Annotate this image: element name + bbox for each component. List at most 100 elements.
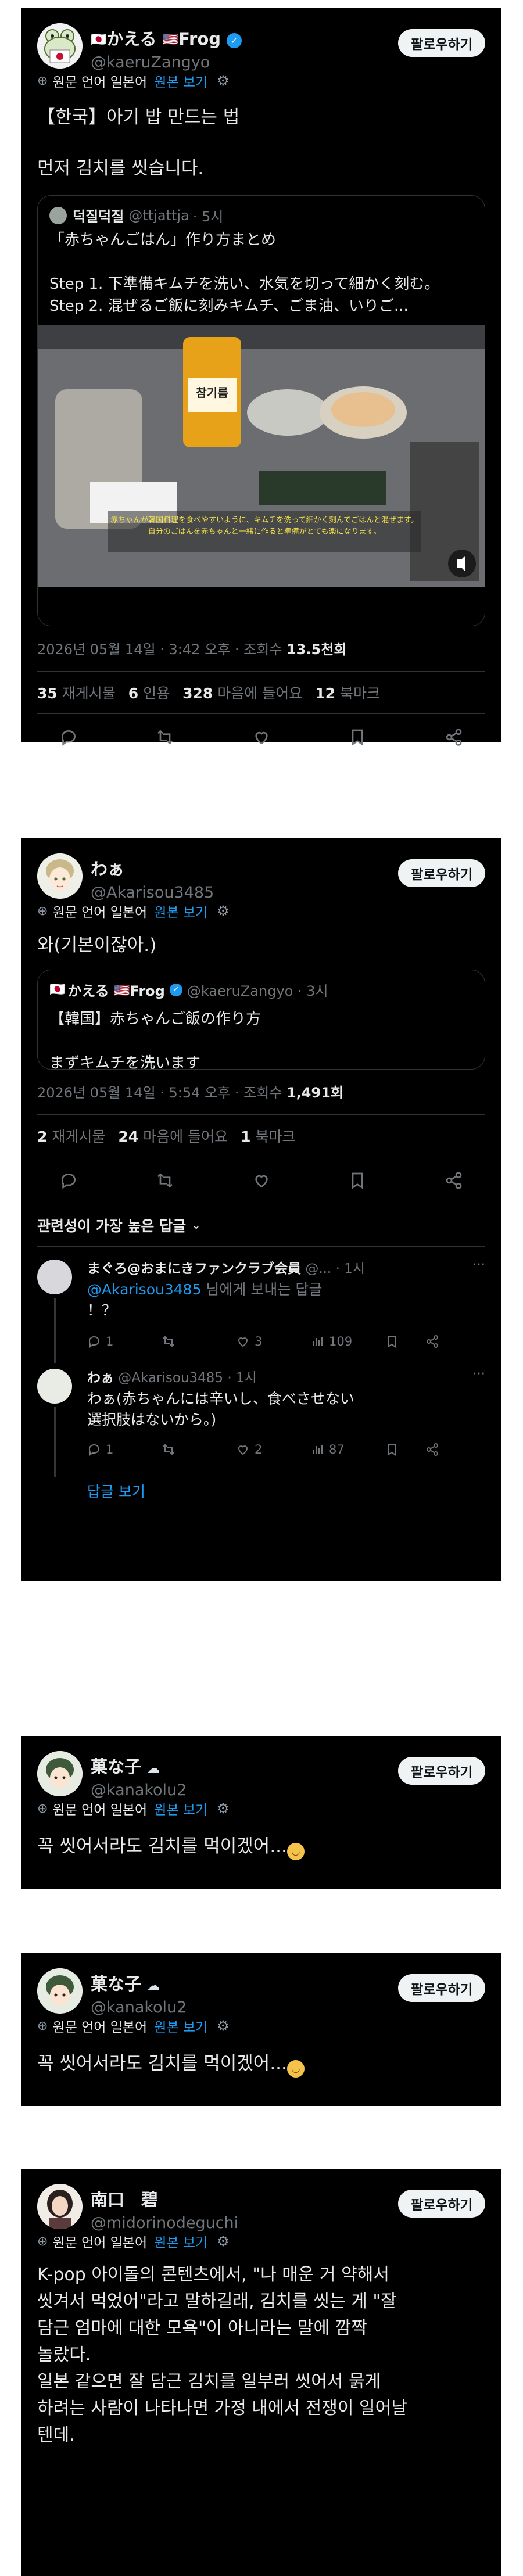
bookmark-icon[interactable]	[346, 726, 369, 749]
username[interactable]: @kaeruZangyo	[91, 53, 242, 71]
stat-likes[interactable]: 24 마음에 들어요	[118, 1125, 228, 1146]
tweet-text-line-2: 먼저 김치를 씻습니다.	[37, 158, 204, 179]
show-original-link[interactable]: 원본 보기	[154, 2231, 207, 2251]
reply-like-button[interactable]: 2	[236, 1443, 310, 1456]
reply-icon[interactable]	[57, 1169, 80, 1192]
avatar[interactable]	[37, 23, 83, 69]
tweet-card-5: 南口 碧 @midorinodeguchi 팔로우하기 ⊕ 원문 언어 일본어 …	[21, 2169, 501, 2576]
tweet-text: 꼭 씻어서라도 김치를 먹이겠어...	[37, 2053, 287, 2074]
avatar[interactable]	[37, 853, 83, 899]
reply-like-button[interactable]: 3	[236, 1334, 310, 1348]
share-icon	[427, 1443, 438, 1456]
follow-button[interactable]: 팔로우하기	[398, 859, 485, 887]
display-name: 菓な子	[91, 1757, 142, 1777]
quoted-tweet[interactable]: 덕질덕질 @ttjattja · 5시 「赤ちゃんごはん」作り方まとめ Step…	[37, 195, 485, 626]
smiling-face-emoji-icon: ◡	[286, 2060, 305, 2078]
engagement-stats: 35 재게시물 6 인용 328 마음에 들어요 12 북마크	[37, 672, 485, 713]
reply-time: · 1시	[335, 1261, 365, 1276]
gear-icon[interactable]: ⚙	[217, 1800, 230, 1817]
engagement-stats: 2 재게시물 24 마음에 들어요 1 북마크	[37, 1115, 485, 1157]
display-name: 菓な子	[91, 1974, 142, 1994]
repost-icon	[163, 1336, 174, 1347]
avatar[interactable]	[37, 1751, 83, 1796]
bookmark-icon[interactable]	[346, 1169, 369, 1192]
more-options-icon[interactable]: ···	[472, 1366, 485, 1386]
stat-reposts[interactable]: 2 재게시물	[37, 1125, 105, 1146]
reply-views[interactable]: 109	[310, 1334, 385, 1348]
username[interactable]: @Akarisou3485	[91, 884, 214, 902]
gear-icon[interactable]: ⚙	[217, 73, 230, 89]
like-icon[interactable]	[250, 1169, 273, 1192]
reply-display-name: わぁ	[87, 1370, 114, 1386]
repost-icon[interactable]	[153, 726, 177, 749]
like-icon[interactable]	[250, 726, 273, 749]
view-count: 1,491회	[286, 1085, 343, 1101]
reply-mention[interactable]: @Akarisou3485	[87, 1281, 201, 1298]
share-icon[interactable]	[442, 1169, 465, 1192]
reply-share-button[interactable]	[425, 1443, 449, 1456]
like-icon	[238, 1445, 248, 1455]
follow-button[interactable]: 팔로우하기	[398, 29, 485, 57]
anime-avatar-image	[37, 1968, 83, 2014]
display-name: わぁ	[91, 859, 125, 879]
stat-likes[interactable]: 328 마음에 들어요	[182, 682, 302, 703]
like-icon	[238, 1337, 248, 1347]
reply-item[interactable]: わぁ @Akarisou3485 · 1시 ··· わぁ(赤ちゃんには辛いし、食…	[37, 1363, 485, 1479]
avatar[interactable]	[37, 2184, 83, 2229]
quote-text: 「赤ちゃんごはん」作り方まとめ Step 1. 下準備キムチを洗い、水気を切って…	[49, 231, 440, 315]
timestamp: 2026년 05월 14일 · 5:54 오후 · 조회수	[37, 1085, 286, 1101]
stat-bookmarks[interactable]: 12 북마크	[315, 682, 380, 703]
tweet-card-3: 菓な子 ☁ @kanakolu2 팔로우하기 ⊕ 원문 언어 일본어 원본 보기…	[21, 1736, 501, 1889]
show-original-link[interactable]: 원본 보기	[154, 2016, 207, 2036]
reply-repost-button[interactable]	[162, 1443, 236, 1456]
show-original-link[interactable]: 원본 보기	[154, 901, 207, 921]
repost-icon[interactable]	[153, 1169, 177, 1192]
reply-reply-button[interactable]: 1	[87, 1443, 162, 1456]
views-icon	[313, 1445, 323, 1454]
reply-bookmark-button[interactable]	[385, 1443, 425, 1456]
reply-reply-button[interactable]: 1	[87, 1334, 162, 1348]
stat-bookmarks[interactable]: 1 북마크	[241, 1125, 295, 1146]
share-icon[interactable]	[442, 726, 465, 749]
tweet-text: 와(기본이잖아.)	[37, 935, 157, 956]
reply-text: わぁ(赤ちゃんには辛いし、食べさせない 選択肢はないから。)	[87, 1390, 354, 1428]
reply-icon[interactable]	[57, 726, 80, 749]
username[interactable]: @kanakolu2	[91, 1999, 187, 2017]
usa-flag-icon: 🇺🇸	[162, 33, 179, 47]
follow-button[interactable]: 팔로우하기	[398, 2190, 485, 2218]
stat-reposts[interactable]: 35 재게시물	[37, 682, 116, 703]
video-subtitle: 赤ちゃんが韓国料理を食べやすいように、キムチを洗って細かく刻んでごはんと混ぜます…	[110, 516, 418, 536]
gear-icon[interactable]: ⚙	[217, 903, 230, 919]
reply-views[interactable]: 87	[310, 1443, 385, 1456]
tweet-card-1: 🇯🇵かえる 🇺🇸Frog ✓ @kaeruZangyo 팔로우하기 ⊕ 원문 언…	[21, 8, 501, 746]
anime-avatar-image	[37, 1751, 83, 1796]
reply-sort-dropdown[interactable]: 관련성이 가장 높은 답글 ⌄	[37, 1208, 485, 1243]
reply-item[interactable]: まぐろ@おまにきファンクラブ会員 @... · 1시 ··· @Akarisou…	[37, 1247, 485, 1363]
show-original-link[interactable]: 원본 보기	[154, 1799, 207, 1818]
follow-button[interactable]: 팔로우하기	[398, 1974, 485, 2002]
avatar[interactable]	[37, 1968, 83, 2014]
gear-icon[interactable]: ⚙	[217, 2233, 230, 2249]
reply-icon	[88, 1336, 100, 1348]
tweet-text-line-1: 【한국】아기 밥 만드는 법	[37, 107, 240, 128]
quote-video[interactable]: 참기름 赤ちゃんが韓国料理を食べやすいように、キムチを洗って細かく刻んでごはんと…	[38, 325, 485, 587]
show-original-link[interactable]: 원본 보기	[154, 71, 207, 91]
reply-repost-button[interactable]	[162, 1334, 236, 1348]
reply-mention-suffix: 님에게 보내는 답글	[201, 1281, 323, 1298]
username[interactable]: @kanakolu2	[91, 1781, 187, 1799]
portrait-avatar-image	[37, 2184, 83, 2229]
username[interactable]: @midorinodeguchi	[91, 2214, 238, 2232]
reply-share-button[interactable]	[425, 1334, 449, 1348]
reply-avatar[interactable]	[37, 1369, 72, 1404]
more-options-icon[interactable]: ···	[472, 1257, 485, 1277]
reply-bookmark-button[interactable]	[385, 1334, 425, 1348]
timestamp: 2026년 05월 14일 · 3:42 오후 · 조회수	[37, 641, 286, 658]
show-replies-link[interactable]: 답글 보기	[87, 1480, 485, 1501]
quote-handle: @ttjattja	[128, 207, 189, 224]
reply-avatar[interactable]	[37, 1260, 72, 1294]
follow-button[interactable]: 팔로우하기	[398, 1757, 485, 1785]
gear-icon[interactable]: ⚙	[217, 2018, 230, 2034]
tweet-card-2: わぁ @Akarisou3485 팔로우하기 ⊕ 원문 언어 일본어 원본 보기…	[21, 838, 501, 1581]
quoted-tweet[interactable]: 🇯🇵 かえる 🇺🇸Frog ✓ @kaeruZangyo · 3시 【韓国】赤ち…	[37, 970, 485, 1070]
stat-quotes[interactable]: 6 인용	[128, 682, 170, 703]
